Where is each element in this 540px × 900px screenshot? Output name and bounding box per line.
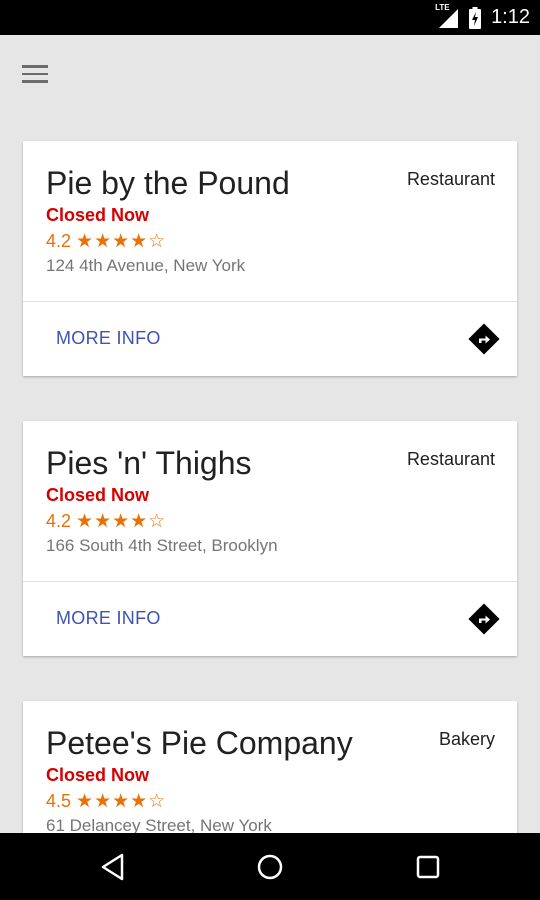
menu-line xyxy=(22,65,48,68)
menu-line xyxy=(22,80,48,83)
place-address: 61 Delancey Street, New York xyxy=(46,816,272,833)
open-status: Closed Now xyxy=(46,485,150,505)
network-type: LTE xyxy=(435,2,450,12)
back-icon[interactable] xyxy=(98,851,130,883)
place-name: Pies 'n' Thighs xyxy=(46,445,252,481)
place-card[interactable]: Pies 'n' Thighs Restaurant Closed Now 4.… xyxy=(23,421,517,656)
battery-charging-icon xyxy=(469,6,482,29)
navigation-bar xyxy=(0,833,540,900)
rating-row: 4.5 ★★★★☆ xyxy=(46,790,166,812)
more-info-button[interactable]: MORE INFO xyxy=(56,608,161,629)
directions-icon[interactable] xyxy=(468,323,500,355)
clock: 1:12 xyxy=(491,6,530,28)
recents-icon[interactable] xyxy=(412,851,444,883)
directions-icon[interactable] xyxy=(468,603,500,635)
rating-value: 4.5 xyxy=(46,790,72,811)
menu-line xyxy=(22,72,48,76)
status-bar: LTE 1:12 xyxy=(0,0,540,35)
open-status: Closed Now xyxy=(46,765,150,785)
place-address: 124 4th Avenue, New York xyxy=(46,256,246,275)
more-info-button[interactable]: MORE INFO xyxy=(56,328,161,349)
star-rating-icons: ★★★★☆ xyxy=(76,230,167,252)
star-rating-icons: ★★★★☆ xyxy=(76,790,167,812)
place-name: Pie by the Pound xyxy=(46,165,290,201)
hamburger-menu-icon[interactable] xyxy=(22,58,58,90)
home-icon[interactable] xyxy=(254,851,286,883)
rating-row: 4.2 ★★★★☆ xyxy=(46,510,166,532)
rating-row: 4.2 ★★★★☆ xyxy=(46,230,166,252)
place-category: Restaurant xyxy=(406,169,495,189)
rating-value: 4.2 xyxy=(46,230,72,251)
place-card[interactable]: Petee's Pie Company Bakery Closed Now 4.… xyxy=(23,701,517,833)
place-category: Bakery xyxy=(438,729,495,749)
place-name: Petee's Pie Company xyxy=(46,725,353,761)
rating-value: 4.2 xyxy=(46,510,72,531)
place-address: 166 South 4th Street, Brooklyn xyxy=(46,536,278,555)
open-status: Closed Now xyxy=(46,205,150,225)
place-category: Restaurant xyxy=(406,449,495,469)
star-rating-icons: ★★★★☆ xyxy=(76,510,167,532)
places-list[interactable]: Pie by the Pound Restaurant Closed Now 4… xyxy=(0,0,540,833)
signal-icon: LTE xyxy=(435,3,459,29)
place-card[interactable]: Pie by the Pound Restaurant Closed Now 4… xyxy=(23,141,517,376)
